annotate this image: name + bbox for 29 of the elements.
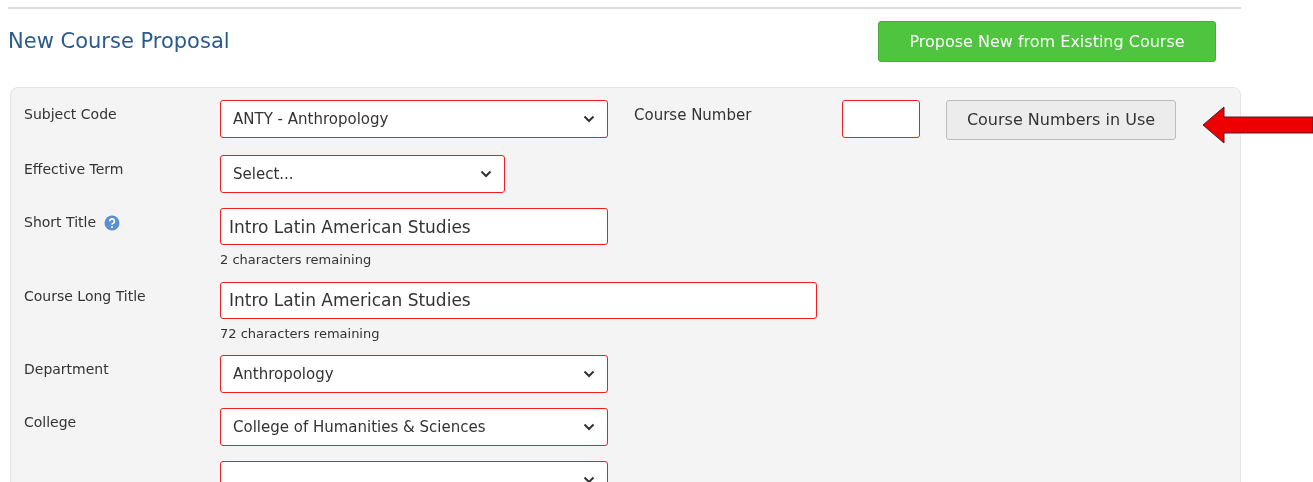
chevron-down-icon — [583, 115, 595, 123]
page-title: New Course Proposal — [8, 27, 230, 55]
helper-text: 2 characters remaining — [220, 251, 373, 269]
select-value: ANTY - Anthropology — [233, 108, 389, 130]
course-number-field[interactable] — [842, 100, 920, 138]
select-field[interactable]: College of Humanities & Sciences — [220, 408, 608, 446]
select-field[interactable]: Select... — [220, 155, 505, 193]
help-icon[interactable] — [104, 214, 121, 231]
field-label: Course Long Title — [24, 286, 146, 306]
text-field[interactable]: Intro Latin American Studies — [220, 208, 608, 245]
field-label: Effective Term — [24, 160, 124, 179]
field-label: Short Title — [24, 213, 97, 232]
select-field[interactable]: Anthropology — [220, 355, 608, 393]
helper-text: 72 characters remaining — [220, 324, 381, 343]
field-label: Course Number — [634, 105, 753, 126]
select-value: College of Humanities & Sciences — [233, 416, 486, 438]
select-field[interactable]: ANTY - Anthropology — [220, 100, 608, 138]
text-field[interactable]: Intro Latin American Studies — [220, 281, 817, 319]
select-value: Anthropology — [233, 363, 334, 385]
chevron-down-icon — [583, 423, 595, 431]
chevron-down-icon — [583, 476, 595, 482]
chevron-down-icon — [480, 170, 492, 178]
course-numbers-button[interactable]: Course Numbers in Use — [946, 100, 1176, 140]
field-label: Subject Code — [24, 105, 117, 124]
arrow-left-icon — [1202, 106, 1313, 144]
field-label: Department — [24, 360, 109, 379]
chevron-down-icon — [583, 370, 595, 378]
select-value: Select... — [233, 163, 294, 185]
field-label: College — [24, 413, 77, 432]
